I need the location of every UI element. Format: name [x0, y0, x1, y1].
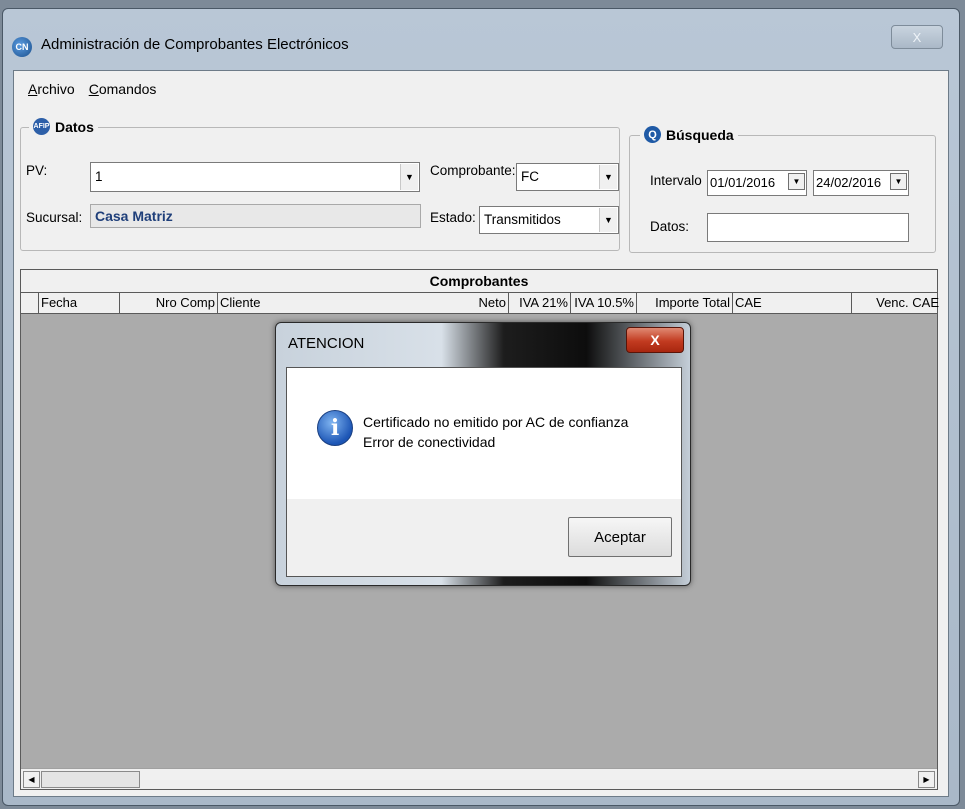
scrollbar-thumb[interactable] [41, 771, 140, 788]
sucursal-label: Sucursal: [26, 210, 83, 225]
busqueda-legend-text: Búsqueda [666, 126, 734, 143]
column-header-iva-10-5[interactable]: IVA 10.5% [571, 293, 637, 313]
datos-busqueda-label: Datos: [650, 219, 690, 234]
sucursal-field: Casa Matriz [90, 204, 421, 228]
menu-comandos[interactable]: Comandos [89, 81, 157, 97]
column-header-fecha[interactable]: Fecha [39, 293, 120, 313]
column-header-selector[interactable] [21, 293, 39, 313]
column-header-importe-total[interactable]: Importe Total [637, 293, 733, 313]
dialog-close-button[interactable]: X [626, 327, 684, 353]
dialog-body: i Certificado no emitido por AC de confi… [286, 367, 682, 577]
menu-bar: Archivo Comandos [28, 81, 156, 97]
chevron-down-icon[interactable]: ▼ [599, 165, 617, 189]
grid-header: Fecha Nro Comp Cliente Neto IVA 21% IVA … [21, 293, 939, 314]
column-header-venc-cae[interactable]: Venc. CAE [852, 293, 939, 313]
chevron-down-icon[interactable]: ▼ [788, 173, 805, 190]
scroll-right-icon[interactable]: ▶ [918, 771, 935, 788]
menu-archivo-rest: rchivo [37, 81, 75, 97]
window-title: Administración de Comprobantes Electróni… [41, 36, 349, 53]
busqueda-legend: Q Búsqueda [640, 126, 738, 143]
dialog-message-line-1: Certificado no emitido por AC de confian… [363, 414, 629, 430]
estado-select-value: Transmitidos [484, 212, 561, 227]
chevron-down-icon[interactable]: ▼ [400, 164, 418, 190]
info-icon: i [317, 410, 353, 446]
fecha-desde-value: 01/01/2016 [710, 175, 776, 190]
chevron-down-icon[interactable]: ▼ [599, 208, 617, 232]
column-header-iva-21[interactable]: IVA 21% [509, 293, 571, 313]
fecha-hasta-value: 24/02/2016 [816, 175, 882, 190]
dialog-title: ATENCION [288, 335, 365, 352]
horizontal-scrollbar[interactable]: ◀ ▶ [21, 768, 937, 789]
fecha-desde-picker[interactable]: 01/01/2016 ▼ [707, 170, 807, 196]
datos-legend-text: Datos [55, 118, 94, 135]
app-logo-icon: CN [12, 37, 32, 57]
search-icon: Q [644, 126, 661, 143]
column-header-nro-comp[interactable]: Nro Comp [120, 293, 218, 313]
dialog-message: Certificado no emitido por AC de confian… [363, 412, 628, 452]
column-header-venc-cae-text: Venc. CAE [876, 295, 939, 310]
comprobante-select[interactable]: FC ▼ [516, 163, 619, 191]
chevron-down-icon[interactable]: ▼ [890, 173, 907, 190]
comprobante-select-value: FC [521, 169, 539, 184]
window-close-button[interactable]: X [891, 25, 943, 49]
menu-comandos-rest: omandos [98, 81, 157, 97]
dialog-message-line-2: Error de conectividad [363, 434, 496, 450]
column-header-cae[interactable]: CAE [733, 293, 852, 313]
grid-title: Comprobantes [21, 270, 937, 293]
pv-label: PV: [26, 163, 48, 178]
afip-icon: AFIP [33, 118, 50, 135]
scroll-left-icon[interactable]: ◀ [23, 771, 40, 788]
fecha-hasta-picker[interactable]: 24/02/2016 ▼ [813, 170, 909, 196]
comprobante-label: Comprobante: [430, 163, 516, 178]
intervalo-label: Intervalo [650, 173, 702, 188]
atencion-dialog: ATENCION X i Certificado no emitido por … [275, 322, 691, 586]
aceptar-button[interactable]: Aceptar [568, 517, 672, 557]
pv-select[interactable]: 1 ▼ [90, 162, 420, 192]
datos-busqueda-input[interactable] [707, 213, 909, 242]
estado-label: Estado: [430, 210, 476, 225]
column-header-neto[interactable]: Neto [427, 293, 509, 313]
datos-legend: AFIP Datos [29, 118, 98, 135]
title-bar: CN Administración de Comprobantes Electr… [3, 9, 959, 69]
menu-archivo[interactable]: Archivo [28, 81, 75, 97]
pv-select-value: 1 [95, 169, 103, 184]
estado-select[interactable]: Transmitidos ▼ [479, 206, 619, 234]
